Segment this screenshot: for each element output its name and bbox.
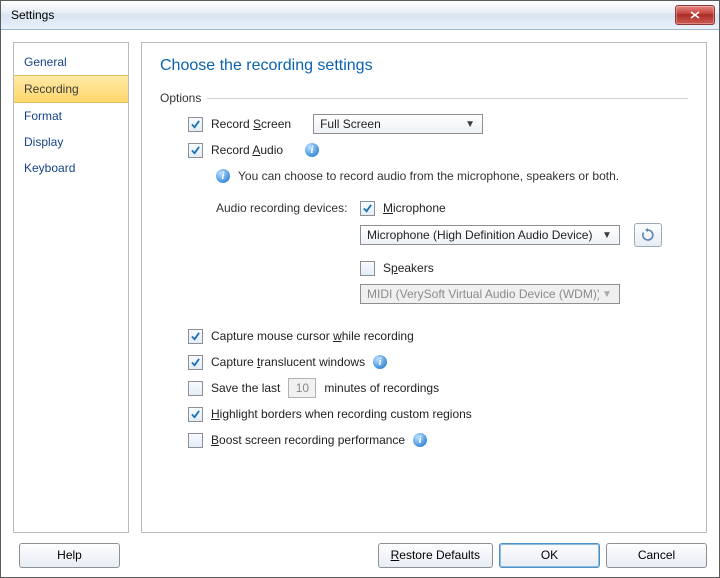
record-screen-row: Record Screen Full Screen ▼ <box>188 113 688 135</box>
speakers-row: Speakers <box>360 257 688 279</box>
record-screen-label: Record Screen <box>211 117 291 131</box>
capture-translucent-label: Capture translucent windows <box>211 355 365 369</box>
boost-perf-checkbox[interactable] <box>188 433 203 448</box>
sidebar-item-recording[interactable]: Recording <box>14 75 128 103</box>
speakers-device-dropdown[interactable]: MIDI (VerySoft Virtual Audio Device (WDM… <box>360 284 620 304</box>
highlight-borders-checkbox[interactable] <box>188 407 203 422</box>
record-audio-checkbox[interactable] <box>188 143 203 158</box>
audio-hint-text: You can choose to record audio from the … <box>238 169 619 183</box>
refresh-icon <box>641 228 655 242</box>
screen-mode-dropdown[interactable]: Full Screen ▼ <box>313 114 483 134</box>
speakers-device-row: MIDI (VerySoft Virtual Audio Device (WDM… <box>360 283 688 305</box>
close-button[interactable] <box>675 5 715 25</box>
speakers-label: Speakers <box>383 261 434 275</box>
footer: Help Restore Defaults OK Cancel <box>1 533 719 577</box>
audio-devices-row: Audio recording devices: Microphone <box>216 197 688 219</box>
microphone-device-dropdown[interactable]: Microphone (High Definition Audio Device… <box>360 225 620 245</box>
options-group-label: Options <box>160 91 201 105</box>
settings-window: Settings General Recording Format Displa… <box>0 0 720 578</box>
audio-devices-label: Audio recording devices: <box>216 201 352 215</box>
help-button[interactable]: Help <box>19 543 120 568</box>
titlebar: Settings <box>1 1 719 30</box>
speakers-checkbox[interactable] <box>360 261 375 276</box>
restore-defaults-button[interactable]: Restore Defaults <box>378 543 493 568</box>
window-title: Settings <box>11 8 675 22</box>
options-group-header: Options <box>160 91 688 105</box>
save-last-checkbox[interactable] <box>188 381 203 396</box>
info-icon[interactable]: i <box>305 143 319 157</box>
sidebar-item-display[interactable]: Display <box>14 129 128 155</box>
sidebar: General Recording Format Display Keyboar… <box>13 42 129 533</box>
sidebar-item-format[interactable]: Format <box>14 103 128 129</box>
save-last-label-pre: Save the last <box>211 381 280 395</box>
page-title: Choose the recording settings <box>160 57 688 75</box>
chevron-down-icon: ▼ <box>599 230 615 241</box>
microphone-device-row: Microphone (High Definition Audio Device… <box>360 223 688 247</box>
highlight-borders-row: Highlight borders when recording custom … <box>188 403 688 425</box>
capture-cursor-row: Capture mouse cursor while recording <box>188 325 688 347</box>
refresh-devices-button[interactable] <box>634 223 662 247</box>
microphone-checkbox[interactable] <box>360 201 375 216</box>
audio-hint-row: i You can choose to record audio from th… <box>216 165 688 187</box>
content-panel: Choose the recording settings Options Re… <box>141 42 707 533</box>
chevron-down-icon: ▼ <box>462 119 478 130</box>
save-last-row: Save the last 10 minutes of recordings <box>188 377 688 399</box>
info-icon: i <box>216 169 230 183</box>
close-icon <box>690 11 700 19</box>
capture-translucent-checkbox[interactable] <box>188 355 203 370</box>
save-last-label-post: minutes of recordings <box>324 381 439 395</box>
boost-perf-label: Boost screen recording performance <box>211 433 405 447</box>
record-screen-checkbox[interactable] <box>188 117 203 132</box>
cancel-button[interactable]: Cancel <box>606 543 707 568</box>
microphone-label: Microphone <box>383 201 446 215</box>
save-last-minutes-input[interactable]: 10 <box>288 378 316 398</box>
capture-cursor-label: Capture mouse cursor while recording <box>211 329 414 343</box>
capture-cursor-checkbox[interactable] <box>188 329 203 344</box>
info-icon[interactable]: i <box>413 433 427 447</box>
highlight-borders-label: Highlight borders when recording custom … <box>211 407 472 421</box>
info-icon[interactable]: i <box>373 355 387 369</box>
sidebar-item-keyboard[interactable]: Keyboard <box>14 155 128 181</box>
capture-translucent-row: Capture translucent windows i <box>188 351 688 373</box>
record-audio-row: Record Audio i <box>188 139 688 161</box>
boost-perf-row: Boost screen recording performance i <box>188 429 688 451</box>
sidebar-item-general[interactable]: General <box>14 49 128 75</box>
chevron-down-icon: ▼ <box>599 289 615 300</box>
divider <box>207 98 688 99</box>
ok-button[interactable]: OK <box>499 543 600 568</box>
record-audio-label: Record Audio <box>211 143 283 157</box>
